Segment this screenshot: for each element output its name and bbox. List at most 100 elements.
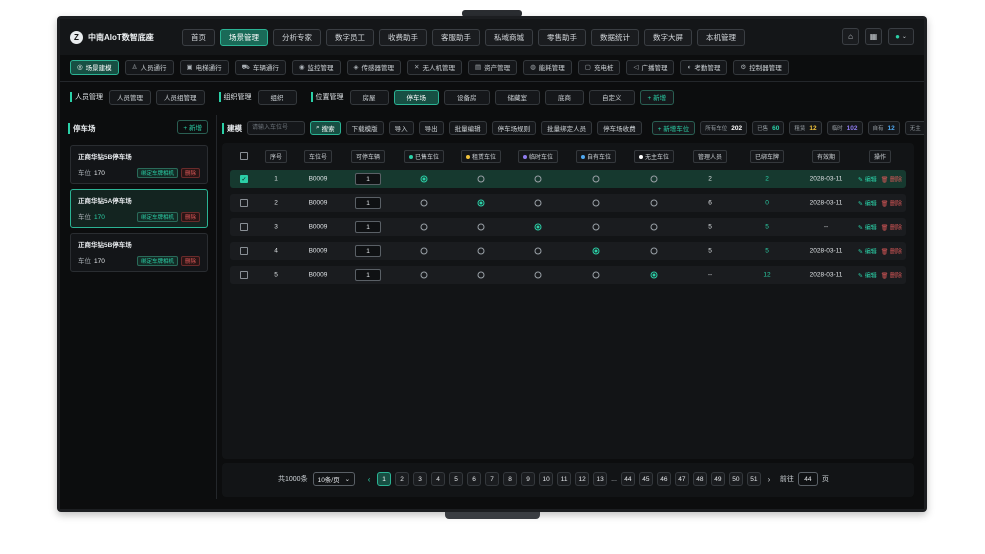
delete-lot-button[interactable]: 删除	[180, 212, 200, 222]
page-button[interactable]: 6	[467, 472, 482, 486]
page-button[interactable]: 50	[728, 472, 743, 486]
toolbar-button-1[interactable]: 导入	[388, 121, 414, 135]
vehicle-capacity-input[interactable]: 1	[355, 173, 381, 185]
edit-button[interactable]: ✎ 编辑	[858, 175, 877, 184]
space-type-radio[interactable]	[592, 223, 600, 231]
space-type-radio[interactable]	[534, 199, 542, 207]
space-type-radio[interactable]	[650, 175, 658, 183]
nav-item-2[interactable]: 分析专家	[273, 28, 321, 46]
space-type-radio[interactable]	[477, 199, 485, 207]
subnav-item-10[interactable]: ◁ 广播管理	[626, 59, 675, 75]
nav-item-3[interactable]: 数字员工	[326, 28, 374, 46]
nav-item-1[interactable]: 场景管理	[220, 28, 268, 46]
page-button[interactable]: 47	[674, 472, 689, 486]
home-monitor-icon[interactable]: ⌂	[842, 28, 859, 45]
delete-lot-button[interactable]: 删除	[180, 256, 200, 266]
nav-item-10[interactable]: 本机管理	[697, 28, 745, 46]
space-type-radio[interactable]	[650, 247, 658, 255]
space-type-radio[interactable]	[420, 247, 428, 255]
vehicle-capacity-input[interactable]: 1	[355, 197, 381, 209]
location-chip-2[interactable]: 设备房	[444, 89, 490, 105]
subnav-item-9[interactable]: ▢ 充电桩	[577, 59, 621, 75]
parking-lot-card[interactable]: 正商华钻5B停车场 车位 170 绑定车牌相机 删除	[70, 145, 208, 184]
space-type-radio[interactable]	[650, 199, 658, 207]
subnav-item-7[interactable]: ▤ 资产管理	[467, 59, 518, 75]
page-button[interactable]: 5	[449, 472, 464, 486]
select-all-checkbox[interactable]	[240, 152, 248, 160]
nav-item-0[interactable]: 首页	[182, 28, 215, 46]
space-type-radio[interactable]	[650, 271, 658, 279]
toolbar-button-0[interactable]: 下载模版	[345, 121, 384, 135]
user-menu-button[interactable]: ● ⌄	[888, 28, 914, 45]
page-button[interactable]: 13	[593, 472, 608, 486]
delete-button[interactable]: 🗑 删除	[881, 199, 902, 208]
subnav-item-3[interactable]: ⛟ 车辆通行	[234, 59, 286, 75]
page-button[interactable]: 1	[377, 472, 392, 486]
prev-page-icon[interactable]: ‹	[365, 475, 373, 484]
subnav-item-0[interactable]: ◎ 场景建模	[70, 59, 119, 75]
space-type-radio[interactable]	[420, 271, 428, 279]
space-type-radio[interactable]	[534, 223, 542, 231]
add-space-button[interactable]: + 新增车位	[651, 121, 696, 135]
space-type-radio[interactable]	[592, 247, 600, 255]
org-chip-0[interactable]: 组织	[257, 89, 297, 105]
subnav-item-2[interactable]: ▣ 电梯通行	[179, 59, 229, 75]
nav-item-5[interactable]: 客服助手	[432, 28, 480, 46]
nav-item-7[interactable]: 零售助手	[538, 28, 586, 46]
space-type-radio[interactable]	[420, 223, 428, 231]
row-checkbox[interactable]	[240, 247, 248, 255]
subnav-item-1[interactable]: ♙ 人员通行	[124, 59, 174, 75]
page-button[interactable]: 44	[620, 472, 635, 486]
edit-button[interactable]: ✎ 编辑	[858, 271, 877, 280]
page-button[interactable]: 12	[575, 472, 590, 486]
parking-lot-card[interactable]: 正商华钻5A停车场 车位 170 绑定车牌相机 删除	[70, 189, 208, 228]
subnav-item-5[interactable]: ◈ 传感器管理	[346, 59, 402, 75]
add-location-button[interactable]: + 新增	[639, 89, 675, 105]
location-chip-1[interactable]: 停车场	[393, 89, 439, 105]
space-search-input[interactable]	[247, 121, 305, 135]
delete-button[interactable]: 🗑 删除	[881, 223, 902, 232]
page-button[interactable]: 45	[638, 472, 653, 486]
page-size-select[interactable]: 10条/页 ⌄	[312, 472, 356, 486]
page-button[interactable]: 3	[413, 472, 428, 486]
space-type-radio[interactable]	[477, 175, 485, 183]
toolbar-button-3[interactable]: 批量编辑	[448, 121, 487, 135]
subnav-item-12[interactable]: ⚙ 控制器管理	[733, 59, 789, 75]
edit-button[interactable]: ✎ 编辑	[858, 247, 877, 256]
table-row[interactable]: 2 B0009 1 6 0 2028-03-11 ✎ 编辑 🗑 删除	[230, 194, 906, 212]
table-row[interactable]: 5 B0009 1 -- 12 2028-03-11 ✎ 编辑 🗑 删除	[230, 266, 906, 284]
page-button[interactable]: 46	[656, 472, 671, 486]
brand[interactable]: Z 中南AIoT数智底座	[70, 30, 174, 44]
table-row[interactable]: ✓ 1 B0009 1 2 2 2028-03-11 ✎ 编辑 🗑 删除	[230, 170, 906, 188]
delete-button[interactable]: 🗑 删除	[881, 175, 902, 184]
bind-camera-button[interactable]: 绑定车牌相机	[136, 212, 178, 222]
space-type-radio[interactable]	[420, 199, 428, 207]
parking-lot-card[interactable]: 正商华钻5B停车场 车位 170 绑定车牌相机 删除	[70, 233, 208, 272]
row-checkbox[interactable]	[240, 271, 248, 279]
nav-item-6[interactable]: 私域商城	[485, 28, 533, 46]
add-parking-lot-button[interactable]: + 新增	[177, 120, 208, 134]
delete-button[interactable]: 🗑 删除	[881, 271, 902, 280]
location-chip-4[interactable]: 底商	[545, 89, 584, 105]
search-button[interactable]: ⌕ 搜索	[310, 121, 341, 135]
subnav-item-6[interactable]: ✕ 无人机管理	[407, 59, 462, 75]
row-checkbox[interactable]	[240, 223, 248, 231]
edit-button[interactable]: ✎ 编辑	[858, 199, 877, 208]
nav-item-9[interactable]: 数字大屏	[644, 28, 692, 46]
page-button[interactable]: 49	[710, 472, 725, 486]
next-page-icon[interactable]: ›	[765, 475, 773, 484]
subnav-item-11[interactable]: ◐ 考勤管理	[680, 59, 728, 75]
space-type-radio[interactable]	[592, 271, 600, 279]
page-button[interactable]: 9	[521, 472, 536, 486]
page-button[interactable]: 48	[692, 472, 707, 486]
nav-item-4[interactable]: 收费助手	[379, 28, 427, 46]
location-chip-3[interactable]: 储藏室	[494, 89, 540, 105]
toolbar-button-4[interactable]: 停车场规则	[491, 121, 537, 135]
nav-item-8[interactable]: 数据统计	[591, 28, 639, 46]
vehicle-capacity-input[interactable]: 1	[355, 245, 381, 257]
page-button[interactable]: 7	[485, 472, 500, 486]
bind-camera-button[interactable]: 绑定车牌相机	[136, 256, 178, 266]
delete-button[interactable]: 🗑 删除	[881, 247, 902, 256]
table-row[interactable]: 3 B0009 1 5 5 -- ✎ 编辑 🗑 删除	[230, 218, 906, 236]
delete-lot-button[interactable]: 删除	[180, 168, 200, 178]
